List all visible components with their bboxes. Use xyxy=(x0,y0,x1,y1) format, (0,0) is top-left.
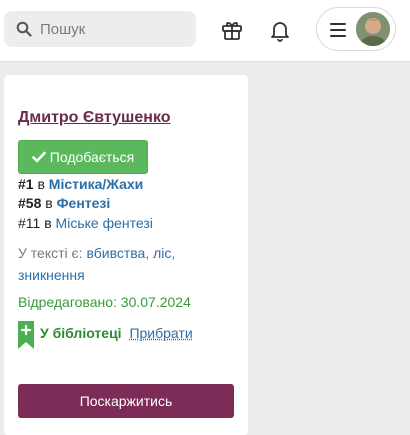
avatar xyxy=(356,12,390,46)
remove-from-library-link[interactable]: Прибрати xyxy=(129,325,192,341)
tag-link[interactable]: ліс xyxy=(153,245,171,261)
ranking-category-link[interactable]: Міське фентезі xyxy=(56,215,153,231)
ranking-item: #1 в Містика/Жахи xyxy=(18,176,144,192)
check-icon xyxy=(31,151,46,163)
like-button[interactable]: Подобається xyxy=(18,140,148,174)
content-tags: У тексті є: вбивства, ліс, зникнення xyxy=(18,245,176,283)
search-icon xyxy=(16,21,32,37)
edited-date: Відредаговано: 30.07.2024 xyxy=(18,294,191,310)
ranking-category-link[interactable]: Фентезі xyxy=(57,195,111,211)
report-button[interactable]: Поскаржитись xyxy=(18,384,234,418)
notifications-button[interactable] xyxy=(267,17,293,43)
hamburger-icon xyxy=(330,23,346,37)
author-link[interactable]: Дмитро Євтушенко xyxy=(18,109,171,127)
in-library-label: У бібліотеці xyxy=(40,325,122,341)
bookmark-icon xyxy=(18,321,34,349)
library-status: У бібліотеці Прибрати xyxy=(40,325,193,341)
tags-label: У тексті є: xyxy=(18,245,83,261)
bell-icon xyxy=(271,22,289,42)
ranking-category-link[interactable]: Містика/Жахи xyxy=(49,176,144,192)
search-box[interactable] xyxy=(4,11,196,47)
user-menu-button[interactable] xyxy=(316,7,396,51)
gift-icon xyxy=(222,22,242,40)
ranking-item: #58 в Фентезі xyxy=(18,195,111,211)
search-input[interactable] xyxy=(40,20,180,38)
like-label: Подобається xyxy=(49,149,135,165)
book-info-card: Дмитро Євтушенко Подобається #1 в Містик… xyxy=(4,75,248,435)
gift-button[interactable] xyxy=(219,17,245,43)
tag-link[interactable]: зникнення xyxy=(18,267,85,283)
ranking-item: #11 в Міське фентезі xyxy=(18,215,153,231)
tag-link[interactable]: вбивства xyxy=(86,245,145,261)
top-bar xyxy=(0,0,410,62)
